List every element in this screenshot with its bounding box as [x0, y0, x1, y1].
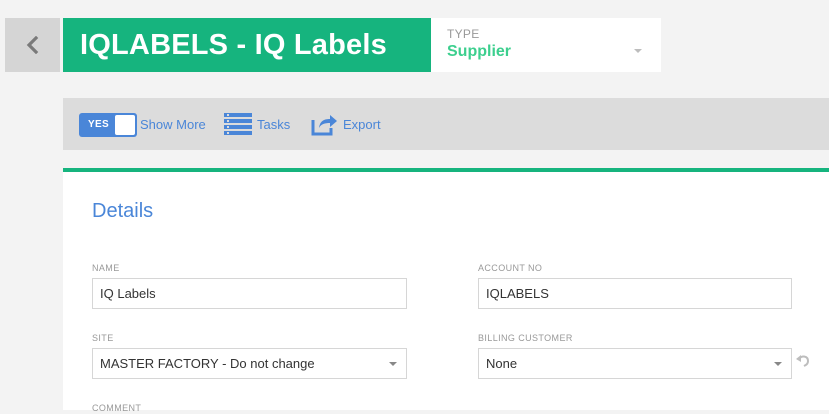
site-select-value: MASTER FACTORY - Do not change: [100, 356, 315, 371]
billing-customer-select[interactable]: None: [478, 348, 792, 379]
undo-icon[interactable]: [796, 354, 810, 372]
toggle-state-label: YES: [88, 119, 109, 130]
toolbar: YES Show More Tasks Export: [63, 98, 829, 150]
type-value: Supplier: [447, 43, 512, 60]
type-label: TYPE: [447, 27, 480, 41]
site-field-label: SITE: [92, 333, 114, 343]
billing-customer-select-value: None: [486, 356, 518, 371]
show-more-label[interactable]: Show More: [140, 98, 206, 150]
record-title-text: IQLABELS - IQ Labels: [80, 28, 387, 61]
name-field[interactable]: IQ Labels: [92, 278, 407, 309]
back-button[interactable]: [5, 18, 60, 72]
comment-field-label: COMMENT: [92, 403, 142, 413]
tasks-list-icon: [224, 113, 252, 135]
tasks-label: Tasks: [257, 116, 291, 132]
record-title: IQLABELS - IQ Labels: [63, 18, 431, 72]
caret-down-icon: [634, 49, 642, 53]
details-panel: Details NAME IQ Labels ACCOUNT NO IQLABE…: [63, 168, 829, 413]
chevron-left-icon: [26, 36, 40, 54]
site-select[interactable]: MASTER FACTORY - Do not change: [92, 348, 407, 379]
caret-down-icon: [389, 362, 397, 366]
account-no-field-label: ACCOUNT NO: [478, 263, 543, 273]
name-field-label: NAME: [92, 263, 120, 273]
show-more-toggle[interactable]: YES: [79, 113, 137, 137]
account-no-field[interactable]: IQLABELS: [478, 278, 792, 309]
export-button[interactable]: Export: [311, 98, 381, 150]
caret-down-icon: [774, 362, 782, 366]
type-select[interactable]: TYPE Supplier: [431, 18, 661, 72]
export-share-icon: [311, 112, 338, 136]
toggle-knob: [115, 115, 135, 135]
details-section-title: Details: [92, 200, 154, 222]
export-label: Export: [343, 116, 381, 132]
tasks-button[interactable]: Tasks: [224, 98, 290, 150]
billing-customer-field-label: BILLING CUSTOMER: [478, 333, 573, 343]
